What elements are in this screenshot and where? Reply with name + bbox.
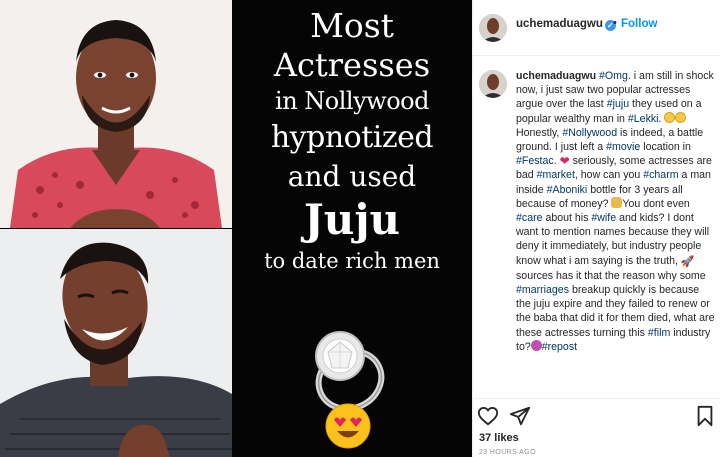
post-timestamp[interactable]: 23 HOURS AGO (479, 449, 536, 456)
follow-button[interactable]: Follow (621, 18, 657, 30)
post-headline: Most Actresses in Nollywood hypnotized a… (232, 6, 472, 278)
headline-line: Juju (303, 195, 401, 244)
post-image[interactable]: Most Actresses in Nollywood hypnotized a… (0, 0, 472, 457)
separator-dot: • (613, 17, 617, 29)
username-text: uchemaduagwu (516, 18, 603, 30)
hashtag-link[interactable]: #repost (542, 341, 577, 353)
red-heart-emoji-icon: ❤ (559, 154, 570, 169)
bookmark-icon[interactable] (694, 405, 716, 427)
hashtag-link[interactable]: #Aboniki (547, 184, 588, 196)
caption-text: location in (640, 141, 691, 154)
paper-plane-icon[interactable] (509, 405, 531, 427)
caption-text: sources has it that the reason why some (516, 269, 706, 282)
hashtag-link[interactable]: #juju (607, 98, 629, 110)
headline-line: and used (287, 160, 417, 193)
post-sidebar: uchemaduagwu ✓ • Follow uchemaduagwu #Omg… (472, 0, 720, 457)
headline-line: Most (310, 6, 394, 45)
hashtag-link[interactable]: #marriages (516, 284, 569, 296)
caption-text: You dont even (622, 197, 690, 210)
photo-man-bottom (0, 229, 232, 457)
hashtag-link[interactable]: #care (516, 212, 543, 224)
man-portrait-top-illustration (0, 0, 232, 228)
avatar-image (479, 14, 507, 42)
caption-text: , how can you (574, 169, 644, 182)
caption-avatar[interactable] (479, 70, 507, 98)
man-portrait-bottom-illustration (0, 229, 232, 457)
headline-line: Actresses (273, 46, 431, 84)
username-link[interactable]: uchemaduagwu ✓ (516, 18, 616, 31)
avatar-image (479, 70, 507, 98)
hashtag-link[interactable]: #market (537, 169, 575, 181)
action-bar (473, 398, 720, 428)
heart-eyes-emoji-icon (325, 403, 371, 449)
headline-line: to date rich men (264, 249, 440, 273)
caption-text: Honestly, (516, 126, 563, 139)
rocket-emoji-icon: 🚀 (680, 255, 695, 268)
hashtag-link[interactable]: #movie (606, 141, 640, 153)
heart-outline-icon[interactable] (477, 405, 499, 427)
money-bag-emoji-icon (611, 196, 623, 208)
headline-line: in Nollywood (275, 87, 429, 115)
hashtag-link[interactable]: #wife (591, 212, 616, 224)
caption-text: about his (542, 212, 592, 225)
post-header: uchemaduagwu ✓ • Follow (473, 0, 720, 56)
person-facepalming-emoji-icon (530, 339, 542, 351)
photo-man-top (0, 0, 232, 228)
smiling-face-emoji-icon (675, 111, 687, 123)
headline-line: hypnotized (270, 120, 434, 155)
hashtag-link[interactable]: #Omg (599, 70, 628, 82)
hashtag-link[interactable]: #charm (643, 169, 678, 181)
likes-count[interactable]: 37 likes (479, 432, 519, 444)
post-caption: uchemaduagwu #Omg. i am still in shock n… (516, 69, 716, 354)
smiling-face-emoji-icon (664, 111, 676, 123)
avatar[interactable] (479, 14, 507, 42)
caption-author-link[interactable]: uchemaduagwu (516, 70, 596, 82)
hashtag-link[interactable]: #Lekki (628, 113, 659, 125)
hashtag-link[interactable]: #Nollywood (562, 127, 617, 139)
hashtag-link[interactable]: #film (648, 327, 670, 339)
hashtag-link[interactable]: #Festac (516, 155, 554, 167)
